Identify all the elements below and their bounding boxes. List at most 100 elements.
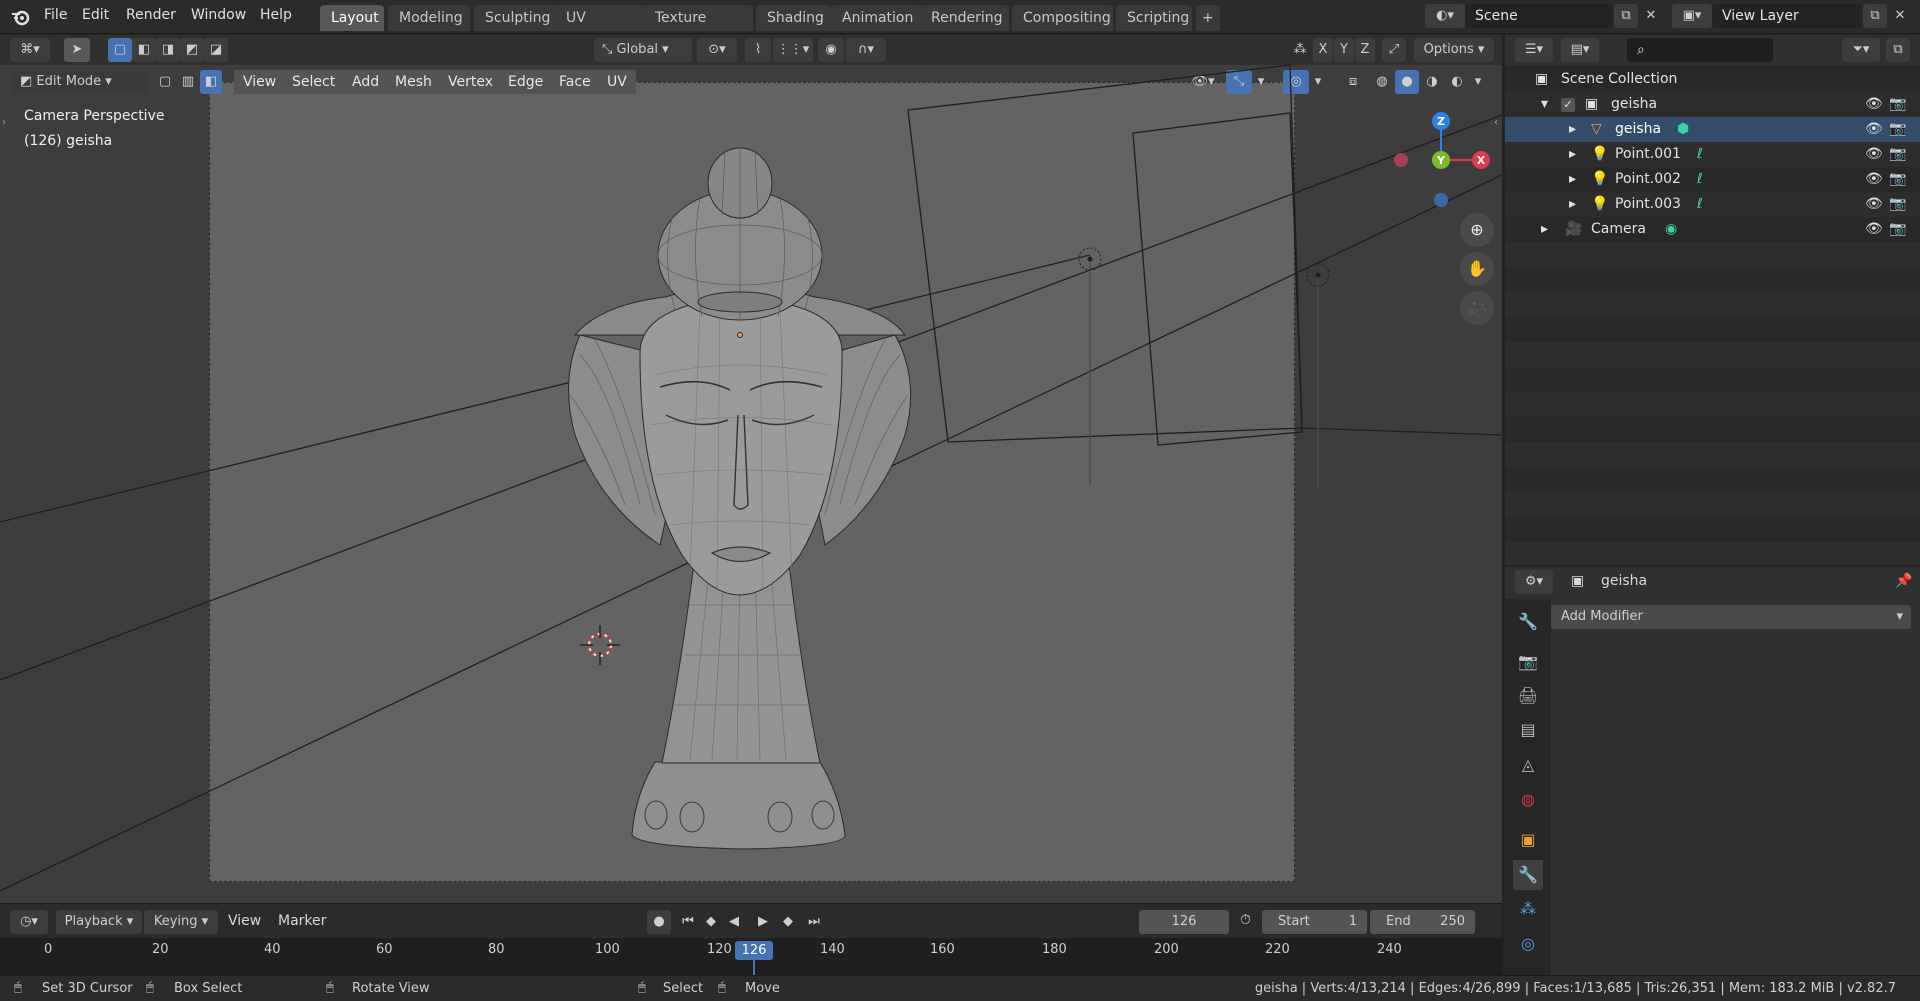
timeline-editor-type-icon[interactable]: ◷▾ <box>10 910 48 934</box>
delete-view-layer-icon[interactable]: ✕ <box>1889 4 1911 28</box>
timeline-menu-view[interactable]: View <box>228 913 261 929</box>
blender-logo-icon[interactable] <box>10 6 32 28</box>
expand-arrow-icon[interactable]: ▸ <box>1569 117 1576 142</box>
render-camera-icon[interactable]: 📷 <box>1889 92 1906 117</box>
prev-keyframe-icon[interactable]: ◆ <box>700 910 722 934</box>
playback-dropdown[interactable]: Playback ▾ <box>56 910 142 934</box>
outliner-row-point-003[interactable]: ▸ 💡 Point.003 ℓ 👁 📷 <box>1505 192 1920 217</box>
record-keyframe-icon[interactable]: ● <box>647 910 671 934</box>
outliner-editor-type-icon[interactable]: ☰▾ <box>1515 38 1553 62</box>
object-tab-icon[interactable]: ▣ <box>1513 825 1543 855</box>
keying-dropdown[interactable]: Keying ▾ <box>144 910 218 934</box>
visibility-eye-icon[interactable]: 👁 <box>1865 192 1883 217</box>
add-workspace-button[interactable]: + <box>1196 5 1220 31</box>
tab-compositing[interactable]: Compositing <box>1012 5 1113 31</box>
outliner-row-point-001[interactable]: ▸ 💡 Point.001 ℓ 👁 📷 <box>1505 142 1920 167</box>
expand-arrow-icon[interactable]: ▸ <box>1541 217 1548 242</box>
zoom-view-icon[interactable]: ⊕ <box>1460 213 1494 247</box>
new-scene-icon[interactable]: ⧉ <box>1614 4 1638 28</box>
visibility-eye-icon[interactable]: 👁 <box>1865 117 1883 142</box>
delete-scene-icon[interactable]: ✕ <box>1640 4 1662 28</box>
jump-start-icon[interactable]: ⏮ <box>677 910 699 934</box>
outliner-row-camera[interactable]: ▸ 🎥 Camera ◉ 👁 📷 <box>1505 217 1920 242</box>
render-camera-icon[interactable]: 📷 <box>1889 167 1906 192</box>
mesh-data-icon[interactable]: ⬢ <box>1677 117 1689 142</box>
world-tab-icon[interactable]: ◍ <box>1513 785 1543 815</box>
camera-data-icon[interactable]: ◉ <box>1665 217 1677 242</box>
mouse-right-icon: 🖱 <box>638 980 646 995</box>
tab-sculpting[interactable]: Sculpting <box>474 5 563 31</box>
render-tab-icon[interactable]: 📷 <box>1513 647 1543 677</box>
expand-arrow-icon[interactable]: ▸ <box>1569 167 1576 192</box>
tab-texture-paint[interactable]: Texture Paint <box>644 5 753 52</box>
render-camera-icon[interactable]: 📷 <box>1889 192 1906 217</box>
current-frame-field[interactable]: 126 <box>1139 910 1229 934</box>
visibility-eye-icon[interactable]: 👁 <box>1865 167 1883 192</box>
tab-scripting[interactable]: Scripting <box>1116 5 1192 31</box>
render-camera-icon[interactable]: 📷 <box>1889 217 1906 242</box>
next-keyframe-icon[interactable]: ◆ <box>777 910 799 934</box>
view-layer-icon[interactable]: ▣▾ <box>1672 4 1712 28</box>
particles-tab-icon[interactable]: ⁂ <box>1513 894 1543 924</box>
view-layer-tab-icon[interactable]: ▤ <box>1513 715 1543 745</box>
light-data-icon[interactable]: ℓ <box>1697 142 1703 167</box>
tool-tab-icon[interactable]: 🔧 <box>1513 607 1543 637</box>
render-camera-icon[interactable]: 📷 <box>1889 142 1906 167</box>
outliner-display-mode-icon[interactable]: ▤▾ <box>1561 38 1599 62</box>
timeline-menu-marker[interactable]: Marker <box>278 913 326 929</box>
playhead[interactable]: 126 <box>735 941 773 960</box>
pin-icon[interactable]: 📌 <box>1895 573 1912 589</box>
camera-view-icon[interactable]: 🎥 <box>1460 291 1494 325</box>
new-view-layer-icon[interactable]: ⧉ <box>1863 4 1887 28</box>
render-camera-icon[interactable]: 📷 <box>1889 117 1906 142</box>
visibility-eye-icon[interactable]: 👁 <box>1865 217 1883 242</box>
outliner-search-input[interactable]: ⌕ <box>1627 38 1773 62</box>
physics-tab-icon[interactable]: ◎ <box>1513 929 1543 959</box>
play-icon[interactable]: ▶ <box>752 910 774 934</box>
light-data-icon[interactable]: ℓ <box>1697 167 1703 192</box>
collection-checkbox[interactable]: ✓ <box>1561 98 1575 112</box>
tab-uv-editing[interactable]: UV Editing <box>555 5 648 52</box>
properties-editor-type-icon[interactable]: ⚙▾ <box>1515 570 1553 594</box>
expand-arrow-icon[interactable]: ▸ <box>1569 142 1576 167</box>
end-frame-field[interactable]: End 250 <box>1370 910 1475 934</box>
start-frame-field[interactable]: Start 1 <box>1262 910 1367 934</box>
menu-file[interactable]: File <box>44 7 67 23</box>
scene-selector-icon[interactable]: ◐▾ <box>1425 4 1465 28</box>
scene-drawing: Z X Y <box>0 64 1502 892</box>
light-data-icon[interactable]: ℓ <box>1697 192 1703 217</box>
geisha-mesh <box>568 147 912 850</box>
properties-header <box>1505 567 1920 597</box>
menu-edit[interactable]: Edit <box>82 7 109 23</box>
tab-rendering[interactable]: Rendering <box>920 5 1009 31</box>
expand-arrow-icon[interactable]: ▾ <box>1541 92 1548 117</box>
pan-view-icon[interactable]: ✋ <box>1460 252 1494 286</box>
tab-animation[interactable]: Animation <box>831 5 923 31</box>
output-tab-icon[interactable]: 🖨 <box>1513 681 1543 711</box>
expand-arrow-icon[interactable]: ▸ <box>1569 192 1576 217</box>
properties-object-name: geisha <box>1601 573 1648 589</box>
scene-name-field[interactable]: Scene <box>1465 4 1613 28</box>
menu-render[interactable]: Render <box>126 7 176 23</box>
play-reverse-icon[interactable]: ◀ <box>723 910 745 934</box>
add-modifier-dropdown[interactable]: Add Modifier ▾ <box>1551 605 1911 629</box>
tab-modeling[interactable]: Modeling <box>388 5 470 31</box>
menu-window[interactable]: Window <box>191 7 246 23</box>
tab-shading[interactable]: Shading <box>756 5 831 31</box>
outliner-filter-icon[interactable]: ⏷▾ <box>1842 38 1880 62</box>
visibility-eye-icon[interactable]: 👁 <box>1865 92 1883 117</box>
visibility-eye-icon[interactable]: 👁 <box>1865 142 1883 167</box>
new-collection-icon[interactable]: ⧉ <box>1886 38 1910 62</box>
view-layer-field[interactable]: View Layer <box>1712 4 1862 28</box>
jump-end-icon[interactable]: ⏭ <box>803 910 825 934</box>
scene-tab-icon[interactable]: ◬ <box>1513 750 1543 780</box>
tab-layout[interactable]: Layout <box>320 5 384 31</box>
outliner-row-geisha-collection[interactable]: ▾ ✓ ▣ geisha 👁 📷 <box>1505 92 1920 117</box>
stopwatch-icon[interactable]: ⏱ <box>1240 912 1251 928</box>
modifier-tab-icon[interactable]: 🔧 <box>1513 860 1543 890</box>
3d-viewport[interactable]: ⌘▾ ➤ ▢ ◧ ◨ ◩ ◪ ⤡ Global ▾ ⊙▾ ⌇ ⋮⋮▾ ◉ ∩▾ … <box>0 35 1502 903</box>
outliner-row-scene-collection[interactable]: ▣ Scene Collection <box>1505 67 1920 92</box>
outliner-row-point-002[interactable]: ▸ 💡 Point.002 ℓ 👁 📷 <box>1505 167 1920 192</box>
outliner-row-geisha-mesh[interactable]: ▸ ▽ geisha ⬢ 👁 📷 <box>1505 117 1920 142</box>
menu-help[interactable]: Help <box>260 7 292 23</box>
